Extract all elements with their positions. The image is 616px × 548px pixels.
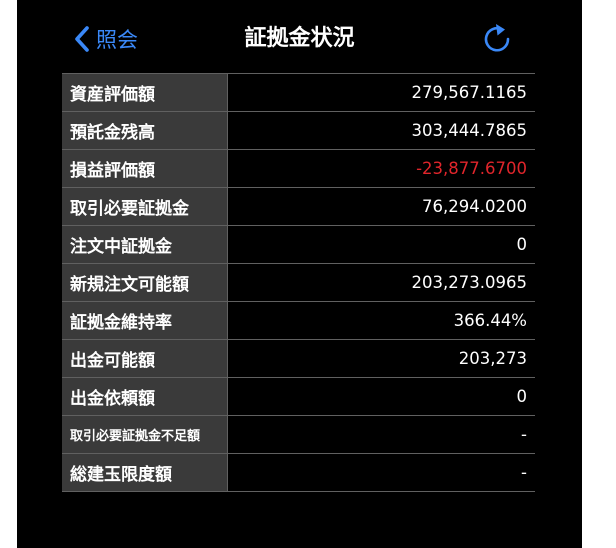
row-label: 取引必要証拠金 <box>62 188 228 225</box>
row-label: 注文中証拠金 <box>62 226 228 263</box>
row-label: 証拠金維持率 <box>62 302 228 339</box>
table-row: 証拠金維持率 366.44% <box>62 302 535 340</box>
table-row: 取引必要証拠金 76,294.0200 <box>62 188 535 226</box>
row-value: 366.44% <box>228 302 535 339</box>
row-label: 出金可能額 <box>62 340 228 377</box>
table-row: 出金可能額 203,273 <box>62 340 535 378</box>
row-label: 資産評価額 <box>62 74 228 111</box>
row-label: 総建玉限度額 <box>62 454 228 491</box>
refresh-icon <box>479 24 515 60</box>
row-label: 損益評価額 <box>62 150 228 187</box>
row-value: 279,567.1165 <box>228 74 535 111</box>
row-label: 取引必要証拠金不足額 <box>62 416 228 453</box>
row-label: 預託金残高 <box>62 112 228 149</box>
table-row: 新規注文可能額 203,273.0965 <box>62 264 535 302</box>
row-label: 出金依頼額 <box>62 378 228 415</box>
table-row: 取引必要証拠金不足額 - <box>62 416 535 454</box>
app-screen: 照会 証拠金状況 資産評価額 279,567.1165 預託金残高 303,444.7… <box>17 0 582 548</box>
margin-status-table: 資産評価額 279,567.1165 預託金残高 303,444.7865 損益評価額 -… <box>62 73 535 492</box>
row-label: 新規注文可能額 <box>62 264 228 301</box>
table-row: 出金依頼額 0 <box>62 378 535 416</box>
row-value: 303,444.7865 <box>228 112 535 149</box>
row-value: 0 <box>228 226 535 263</box>
table-row: 損益評価額 -23,877.6700 <box>62 150 535 188</box>
row-value: 76,294.0200 <box>228 188 535 225</box>
refresh-button[interactable] <box>479 20 515 56</box>
row-value: -23,877.6700 <box>228 150 535 187</box>
row-value: - <box>228 454 535 491</box>
table-row: 預託金残高 303,444.7865 <box>62 112 535 150</box>
row-value: 203,273 <box>228 340 535 377</box>
navigation-bar: 照会 証拠金状況 <box>17 0 582 76</box>
row-value: - <box>228 416 535 453</box>
table-row: 資産評価額 279,567.1165 <box>62 73 535 112</box>
table-row: 注文中証拠金 0 <box>62 226 535 264</box>
row-value: 0 <box>228 378 535 415</box>
row-value: 203,273.0965 <box>228 264 535 301</box>
table-row: 総建玉限度額 - <box>62 454 535 492</box>
